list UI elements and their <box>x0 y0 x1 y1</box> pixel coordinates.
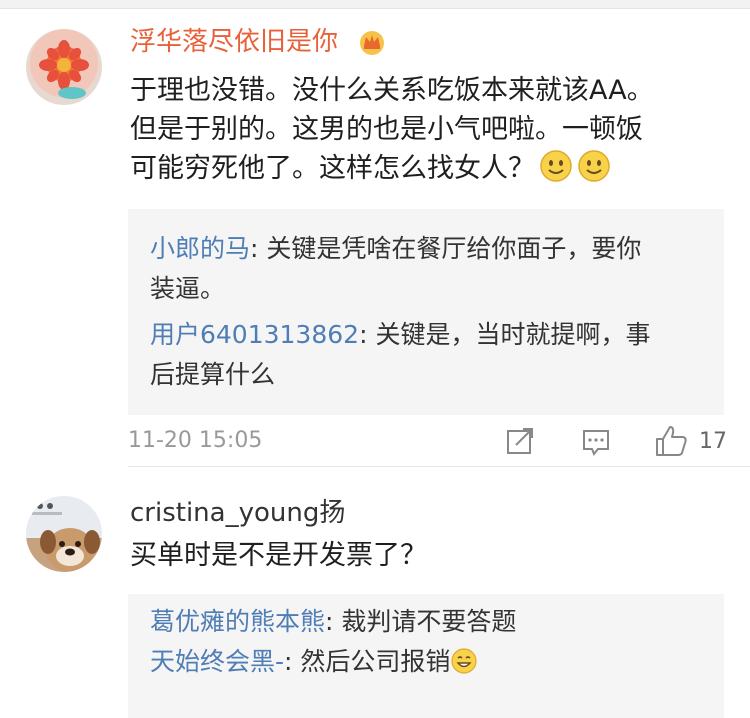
reply-separator: : <box>325 607 342 636</box>
comment-text-line: 但是于别的。这男的也是小气吧啦。一顿饭 <box>130 114 643 145</box>
comment-text: 买单时是不是开发票了？ <box>130 536 720 575</box>
comment-divider <box>128 466 750 467</box>
reply-text: 后提算什么 <box>150 360 276 389</box>
repost-button[interactable] <box>506 421 534 461</box>
reply-separator: : <box>284 647 301 676</box>
comment-text-line: 可能穷死他了。这样怎么找女人？ <box>130 149 720 188</box>
reply-text: 裁判请不要答题 <box>341 607 517 636</box>
comment-icon <box>583 430 609 456</box>
comment-button[interactable] <box>582 421 610 461</box>
reply-username[interactable]: 天始终会黑- <box>150 647 284 676</box>
grin-emoji <box>451 648 478 674</box>
top-divider <box>0 0 750 9</box>
reply-username[interactable]: 葛优瘫的熊本熊 <box>150 607 325 636</box>
comment-text: 于理也没错。没什么关系吃饭本来就该AA。 但是于别的。这男的也是小气吧啦。一顿饭… <box>130 71 720 188</box>
reply-text: 装逼。 <box>150 274 226 303</box>
avatar[interactable] <box>26 29 102 105</box>
username[interactable]: 浮华落尽依旧是你 <box>130 25 338 59</box>
crown-icon <box>360 31 384 55</box>
avatar[interactable] <box>26 496 102 572</box>
reply-text: 关键是凭啥在餐厅给你面子，要你 <box>266 234 642 263</box>
reply-separator: : <box>359 320 376 349</box>
reply-box[interactable]: 小郎的马: 关键是凭啥在餐厅给你面子，要你装逼。 用户6401313862: 关… <box>128 209 724 415</box>
timestamp: 11-20 15:05 <box>128 428 263 453</box>
reply-box[interactable]: 葛优瘫的熊本熊: 裁判请不要答题 天始终会黑-: 然后公司报销 <box>128 594 724 718</box>
reply-item: 天始终会黑-: 然后公司报销 <box>150 642 706 682</box>
username[interactable]: cristina_young扬 <box>130 496 345 530</box>
reply-separator: : <box>250 234 267 263</box>
like-icon <box>656 426 687 456</box>
reply-text: 关键是，当时就提啊，事 <box>375 320 651 349</box>
comment-text-line: 买单时是不是开发票了？ <box>130 540 427 571</box>
comment-text-line-content: 可能穷死他了。这样怎么找女人？ <box>130 153 535 184</box>
like-count: 17 <box>699 429 727 454</box>
reply-text: 然后公司报销 <box>300 647 451 676</box>
smile-emoji <box>578 150 610 182</box>
like-button[interactable]: 17 <box>655 421 733 461</box>
reply-item: 葛优瘫的熊本熊: 裁判请不要答题 <box>150 602 706 642</box>
reply-item: 小郎的马: 关键是凭啥在餐厅给你面子，要你装逼。 <box>150 229 706 309</box>
comment-text-line: 于理也没错。没什么关系吃饭本来就该AA。 <box>130 75 654 106</box>
reply-username[interactable]: 小郎的马 <box>150 234 250 263</box>
repost-icon <box>507 428 533 454</box>
reply-username[interactable]: 用户6401313862 <box>150 320 359 349</box>
smile-emoji <box>540 150 572 182</box>
reply-item: 用户6401313862: 关键是，当时就提啊，事后提算什么 <box>150 315 706 395</box>
